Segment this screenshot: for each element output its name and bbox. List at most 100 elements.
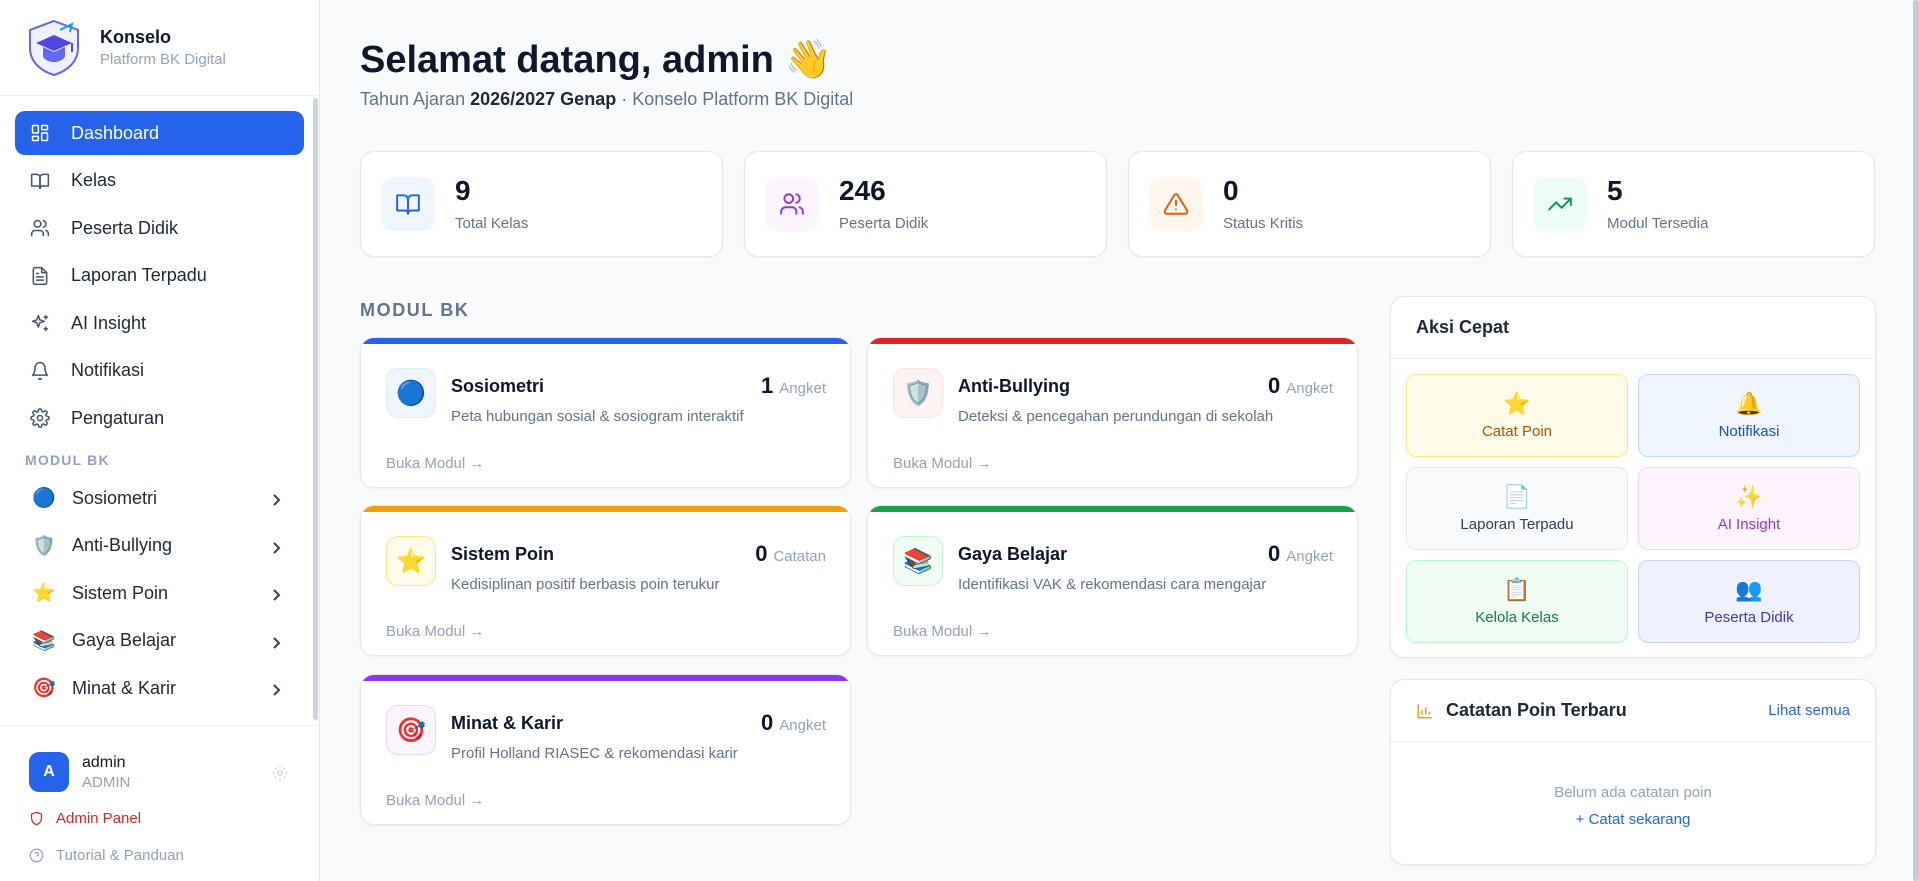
quick-action-notifikasi[interactable]: 🔔 Notifikasi bbox=[1638, 374, 1860, 457]
nav-item-dashboard[interactable]: Dashboard bbox=[15, 111, 304, 155]
open-module-link[interactable]: Buka Modul → bbox=[386, 792, 484, 809]
user-role: ADMIN bbox=[82, 773, 131, 791]
stats-row: 9 Total Kelas 246 Peserta Didik 0 Status Kr… bbox=[360, 151, 1876, 257]
brand-subtitle: Platform BK Digital bbox=[100, 51, 226, 68]
document-icon bbox=[29, 265, 51, 287]
stat-value: 246 bbox=[839, 174, 886, 206]
page-scrollbar-thumb[interactable] bbox=[1913, 0, 1919, 881]
module-card-anti-bullying[interactable]: 🛡️ Anti-Bullying 0 Angket Deteksi & pence… bbox=[867, 337, 1358, 488]
star-icon: ⭐ bbox=[1503, 391, 1531, 416]
admin-panel-label: Admin Panel bbox=[56, 810, 142, 827]
nav-item-ai-insight[interactable]: AI Insight bbox=[15, 301, 304, 345]
module-count-unit: Angket bbox=[779, 380, 826, 397]
tutorial-label: Tutorial & Panduan bbox=[56, 847, 184, 864]
trending-up-icon bbox=[1533, 177, 1587, 231]
module-card-gaya-belajar[interactable]: 📚 Gaya Belajar 0 Angket Identifikasi VAK … bbox=[867, 505, 1358, 656]
module-count-unit: Angket bbox=[1286, 380, 1333, 397]
users-icon bbox=[765, 177, 819, 231]
brand[interactable]: Konselo Platform BK Digital bbox=[0, 0, 319, 96]
sidebar-scrollbar[interactable] bbox=[313, 98, 318, 720]
page-subtitle: Tahun Ajaran 2026/2027 Genap · Konselo P… bbox=[360, 89, 853, 110]
graduation-cap-logo-icon bbox=[29, 19, 79, 76]
waving-hand-icon: 👋 bbox=[784, 39, 832, 81]
sidebar-module-gaya-belajar[interactable]: 📚 Gaya Belajar bbox=[0, 619, 319, 663]
stat-value: 9 bbox=[455, 174, 471, 206]
avatar: A bbox=[29, 752, 69, 792]
module-count: 0 Angket bbox=[1268, 541, 1333, 567]
nav-item-laporan-terpadu[interactable]: Laporan Terpadu bbox=[15, 254, 304, 298]
chevron-right-icon bbox=[269, 634, 283, 649]
nav-item-kelas[interactable]: Kelas bbox=[15, 159, 304, 203]
stat-value: 0 bbox=[1223, 174, 1239, 206]
tutorial-link[interactable]: Tutorial & Panduan bbox=[29, 847, 319, 864]
recent-points-title: Catatan Poin Terbaru bbox=[1446, 700, 1627, 720]
nav-item-peserta-didik[interactable]: Peserta Didik bbox=[15, 206, 304, 250]
quick-action-label: Kelola Kelas bbox=[1475, 609, 1559, 626]
module-title: Anti-Bullying bbox=[958, 376, 1070, 396]
bar-chart-icon bbox=[1417, 703, 1432, 718]
quick-action-peserta-didik[interactable]: 👥 Peserta Didik bbox=[1638, 560, 1860, 643]
stat-card-total-kelas[interactable]: 9 Total Kelas bbox=[360, 151, 723, 257]
module-description: Peta hubungan sosial & sosiogram interak… bbox=[451, 408, 744, 425]
sidebar-module-anti-bullying[interactable]: 🛡️ Anti-Bullying bbox=[0, 524, 319, 568]
card-accent-bar bbox=[361, 506, 850, 512]
nav-label: AI Insight bbox=[71, 312, 147, 333]
sidebar-module-label: Gaya Belajar bbox=[72, 630, 177, 650]
module-card-minat-karir[interactable]: 🎯 Minat & Karir 0 Angket Profil Holland R… bbox=[360, 674, 851, 825]
see-all-link[interactable]: Lihat semua bbox=[1768, 702, 1850, 719]
open-module-link[interactable]: Buka Modul → bbox=[893, 455, 991, 472]
module-count-value: 0 bbox=[755, 541, 768, 566]
module-title: Sosiometri bbox=[451, 376, 545, 396]
module-count-value: 0 bbox=[1268, 541, 1281, 566]
record-now-link[interactable]: + Catat sekarang bbox=[1391, 811, 1875, 828]
nav-label: Kelas bbox=[71, 170, 117, 190]
module-description: Deteksi & pencegahan perundungan di seko… bbox=[958, 408, 1274, 425]
stat-card-peserta-didik[interactable]: 246 Peserta Didik bbox=[744, 151, 1107, 257]
user-name: admin bbox=[82, 753, 126, 771]
stat-label: Status Kritis bbox=[1223, 214, 1304, 232]
quick-action-kelola-kelas[interactable]: 📋 Kelola Kelas bbox=[1406, 560, 1628, 643]
recent-points-panel: Catatan Poin Terbaru Lihat semua Belum a… bbox=[1390, 679, 1876, 865]
sidebar-module-sistem-poin[interactable]: ⭐ Sistem Poin bbox=[0, 571, 319, 615]
year-prefix: Tahun Ajaran bbox=[360, 89, 471, 109]
book-icon bbox=[29, 170, 51, 192]
quick-actions-panel: Aksi Cepat ⭐ Catat Poin 🔔 Notifikasi 📄 L… bbox=[1390, 296, 1876, 658]
module-title: Sistem Poin bbox=[451, 544, 555, 564]
module-count: 0 Catatan bbox=[755, 541, 826, 567]
user-settings-gear-icon[interactable] bbox=[271, 764, 289, 782]
sidebar-module-minat-karir[interactable]: 🎯 Minat & Karir bbox=[0, 666, 319, 710]
module-card-sosiometri[interactable]: 🔵 Sosiometri 1 Angket Peta hubungan sosia… bbox=[360, 337, 851, 488]
stat-card-status-kritis[interactable]: 0 Status Kritis bbox=[1128, 151, 1491, 257]
open-module-link[interactable]: Buka Modul → bbox=[386, 623, 484, 640]
page-scrollbar[interactable] bbox=[1913, 0, 1919, 881]
help-circle-icon bbox=[29, 848, 44, 863]
nav-item-pengaturan[interactable]: Pengaturan bbox=[15, 396, 304, 440]
card-accent-bar bbox=[361, 675, 850, 681]
sidebar-module-sosiometri[interactable]: 🔵 Sosiometri bbox=[0, 476, 319, 520]
module-description: Kedisiplinan positif berbasis poin teruk… bbox=[451, 576, 720, 593]
sparkles-icon bbox=[29, 312, 51, 334]
module-count-value: 0 bbox=[761, 710, 774, 735]
module-count: 0 Angket bbox=[761, 710, 826, 736]
open-module-link[interactable]: Buka Modul → bbox=[893, 623, 991, 640]
quick-action-catat-poin[interactable]: ⭐ Catat Poin bbox=[1406, 374, 1628, 457]
open-module-link[interactable]: Buka Modul → bbox=[386, 455, 484, 472]
chevron-right-icon bbox=[269, 539, 283, 554]
sidebar-module-list: 🔵 Sosiometri 🛡️ Anti-Bullying ⭐ Sistem P… bbox=[0, 476, 319, 710]
stat-card-modul-tersedia[interactable]: 5 Modul Tersedia bbox=[1512, 151, 1875, 257]
nav-item-notifikasi[interactable]: Notifikasi bbox=[15, 349, 304, 393]
quick-action-label: Notifikasi bbox=[1718, 423, 1780, 440]
book-icon bbox=[381, 177, 435, 231]
quick-action-laporan-terpadu[interactable]: 📄 Laporan Terpadu bbox=[1406, 467, 1628, 550]
bell-icon bbox=[29, 360, 51, 382]
gear-icon bbox=[29, 407, 51, 429]
chevron-right-icon bbox=[269, 491, 283, 506]
quick-actions-title: Aksi Cepat bbox=[1391, 297, 1875, 359]
quick-action-ai-insight[interactable]: ✨ AI Insight bbox=[1638, 467, 1860, 550]
nav-label: Laporan Terpadu bbox=[71, 265, 207, 285]
admin-panel-link[interactable]: Admin Panel bbox=[29, 810, 319, 827]
empty-state-text: Belum ada catatan poin bbox=[1554, 784, 1712, 801]
module-card-sistem-poin[interactable]: ⭐ Sistem Poin 0 Catatan Kedisiplinan posi… bbox=[360, 505, 851, 656]
shield-icon: 🛡️ bbox=[32, 535, 56, 557]
sidebar: Konselo Platform BK Digital Dashboard Ke… bbox=[0, 0, 320, 881]
